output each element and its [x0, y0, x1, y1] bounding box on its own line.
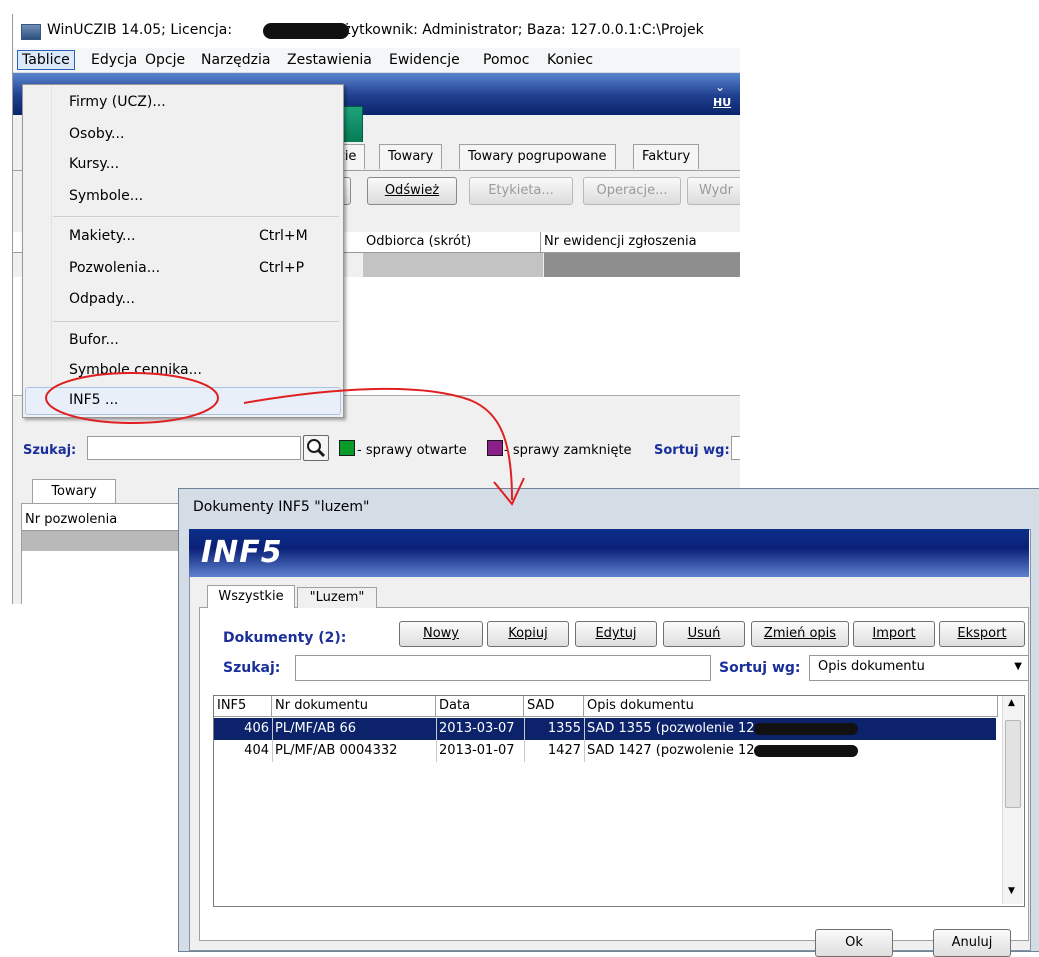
logo-arrow-icon: ⌄ [715, 80, 726, 94]
column-nr-pozwolenia[interactable]: Nr pozwolenia [22, 510, 181, 531]
cancel-button[interactable]: Anuluj [933, 929, 1011, 957]
tab-wszystkie[interactable]: Wszystkie [207, 585, 295, 608]
open-cases-label: - sprawy otwarte [357, 443, 467, 458]
dialog-search-input[interactable] [295, 655, 711, 681]
documents-count-label: Dokumenty (2): [223, 630, 347, 646]
refresh-button[interactable]: Odśwież [367, 177, 457, 205]
menu-ewidencje[interactable]: Ewidencje [385, 51, 464, 69]
menu-item-makiety[interactable]: Makiety... [69, 221, 135, 251]
inf5-banner-title: INF5 [201, 535, 283, 570]
search-input[interactable] [87, 436, 301, 460]
menu-separator [53, 321, 339, 322]
export-button[interactable]: Eksport [939, 621, 1025, 647]
redaction-mark [754, 745, 858, 757]
search-button[interactable] [303, 435, 329, 461]
grid-row-cell[interactable] [544, 253, 740, 277]
column-inf5[interactable]: INF5 [214, 696, 272, 717]
menu-opcje[interactable]: Opcje [141, 51, 189, 69]
title-bar: WinUCZIB 14.05; Licencja:; Użytkownik: A… [13, 14, 740, 48]
tablice-dropdown-menu: Firmy (UCZ)... Osoby... Kursy... Symbole… [22, 84, 344, 418]
cell-nr: PL/MF/AB 0004332 [272, 740, 437, 762]
app-icon [21, 24, 41, 40]
open-cases-swatch [339, 440, 355, 456]
label-button[interactable]: Etykieta... [469, 177, 573, 205]
import-button[interactable]: Import [853, 621, 935, 647]
sort-label: Sortuj wg: [654, 443, 730, 458]
column-sad[interactable]: SAD [524, 696, 584, 717]
menu-shortcut-pozwolenia: Ctrl+P [259, 260, 305, 276]
closed-cases-swatch [487, 440, 503, 456]
grid-row-cell[interactable] [363, 253, 543, 277]
search-icon [307, 439, 326, 458]
cell-sad: 1427 [524, 740, 585, 762]
cell-sad: 1355 [524, 718, 585, 740]
menu-tablice[interactable]: Tablice [17, 50, 75, 70]
menu-zestawienia[interactable]: Zestawienia [283, 51, 376, 69]
menu-koniec[interactable]: Koniec [543, 51, 597, 69]
cell-nr: PL/MF/AB 66 [272, 718, 437, 740]
table-row[interactable]: 404 PL/MF/AB 0004332 2013-01-07 1427 SAD… [214, 740, 996, 762]
dialog-sort-label: Sortuj wg: [719, 660, 801, 676]
license-redaction [263, 23, 349, 39]
closed-cases-label: - sprawy zamknięte [504, 443, 632, 458]
window-title: WinUCZIB 14.05; Licencja:; Użytkownik: A… [47, 22, 704, 38]
lower-row[interactable] [22, 531, 180, 551]
cell-inf5: 404 [214, 740, 273, 762]
menu-item-kursy[interactable]: Kursy... [69, 149, 119, 179]
scroll-up-icon[interactable]: ▲ [1008, 698, 1015, 708]
ok-button[interactable]: Ok [815, 929, 893, 957]
tab-faktury[interactable]: Faktury [633, 144, 700, 169]
tab-towary[interactable]: Towary [379, 144, 443, 169]
redaction-mark [754, 723, 858, 735]
chevron-down-icon: ▼ [1014, 661, 1022, 672]
cell-inf5: 406 [214, 718, 273, 740]
menu-separator [53, 216, 339, 217]
menu-item-symbole-cennika[interactable]: Symbole cennika... [69, 355, 202, 385]
menu-item-odpady[interactable]: Odpady... [69, 284, 135, 314]
change-description-button[interactable]: Zmień opis [751, 621, 849, 647]
menu-item-pozwolenia[interactable]: Pozwolenia... [69, 253, 160, 283]
dialog-search-label: Szukaj: [223, 660, 281, 676]
vertical-scrollbar[interactable]: ▲ ▼ [1002, 696, 1023, 904]
delete-button[interactable]: Usuń [663, 621, 745, 647]
operations-button[interactable]: Operacje... [583, 177, 681, 205]
column-odbiorca[interactable]: Odbiorca (skrót) [363, 232, 541, 252]
menu-item-inf5[interactable]: INF5 ... [69, 385, 118, 415]
sort-value: Opis dokumentu [818, 659, 925, 674]
cell-data: 2013-03-07 [436, 718, 525, 740]
column-opis[interactable]: Opis dokumentu [584, 696, 998, 717]
search-label: Szukaj: [23, 443, 77, 458]
menu-narzedzia[interactable]: Narzędzia [197, 51, 274, 69]
column-nr-dokumentu[interactable]: Nr dokumentu [272, 696, 436, 717]
documents-list: INF5 Nr dokumentu Data SAD Opis dokument… [213, 695, 1025, 907]
scroll-thumb[interactable] [1005, 720, 1021, 808]
column-nr-ewidencji[interactable]: Nr ewidencji zgłoszenia [541, 232, 740, 252]
scroll-down-icon[interactable]: ▼ [1008, 886, 1015, 896]
menu-item-osoby[interactable]: Osoby... [69, 119, 124, 149]
tab-towary-lower[interactable]: Towary [32, 479, 116, 504]
menu-bar: Tablice Edycja Opcje Narzędzia Zestawien… [13, 48, 740, 73]
inf5-dialog: Dokumenty INF5 "luzem" INF5 Wszystkie "L… [178, 488, 1039, 957]
menu-item-bufor[interactable]: Bufor... [69, 325, 119, 355]
menu-item-symbole[interactable]: Symbole... [69, 181, 143, 211]
copy-button[interactable]: Kopiuj [487, 621, 569, 647]
print-button[interactable]: Wydr [687, 177, 740, 205]
menu-shortcut-makiety: Ctrl+M [259, 228, 308, 244]
dialog-title: Dokumenty INF5 "luzem" [193, 499, 370, 515]
sort-select[interactable] [731, 436, 740, 460]
cell-data: 2013-01-07 [436, 740, 525, 762]
table-row[interactable]: 406 PL/MF/AB 66 2013-03-07 1355 SAD 1355… [214, 718, 996, 740]
dialog-sort-select[interactable]: Opis dokumentu ▼ [809, 655, 1029, 681]
menu-icon-strip [23, 85, 52, 417]
menu-item-firmy[interactable]: Firmy (UCZ)... [69, 87, 166, 117]
column-data[interactable]: Data [436, 696, 524, 717]
inf5-banner [189, 529, 1029, 577]
edit-button[interactable]: Edytuj [575, 621, 657, 647]
company-logo: HU [713, 96, 732, 109]
new-button[interactable]: Nowy [399, 621, 483, 647]
menu-pomoc[interactable]: Pomoc [479, 51, 533, 69]
tab-luzem[interactable]: "Luzem" [297, 587, 377, 608]
menu-edycja[interactable]: Edycja [87, 51, 141, 69]
tab-towary-pogrupowane[interactable]: Towary pogrupowane [459, 144, 616, 169]
